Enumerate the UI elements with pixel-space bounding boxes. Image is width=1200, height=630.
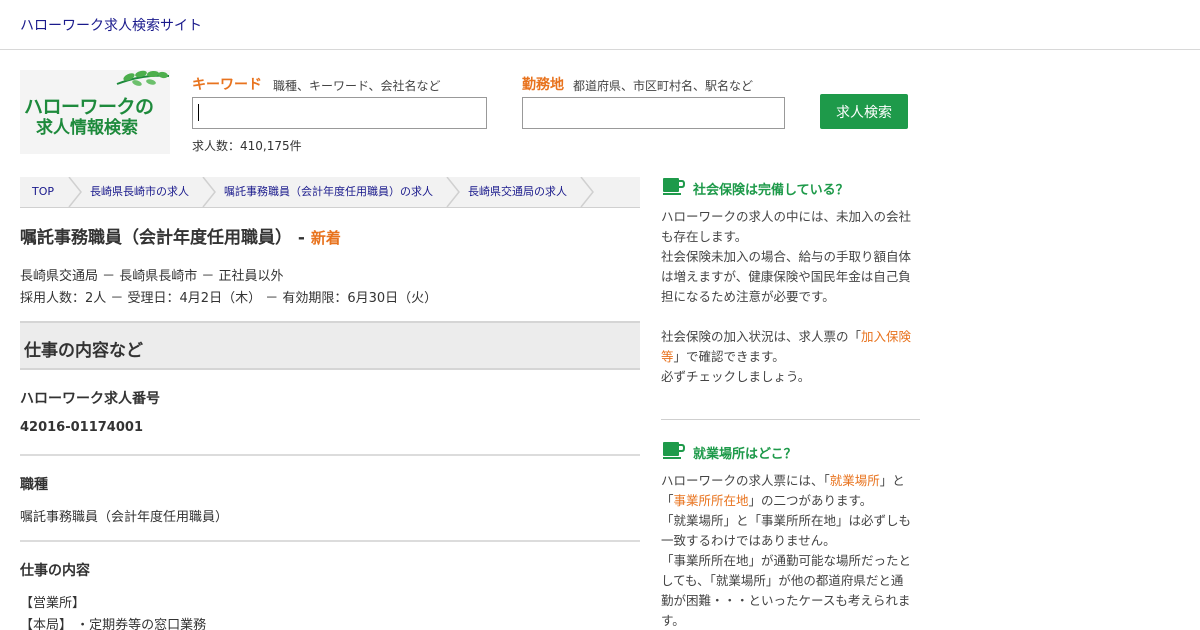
- insurance-title: 社会保険は完備している？: [693, 183, 849, 198]
- job-title-text: 嘱託事務職員（会計年度任用職員）: [20, 228, 292, 248]
- workplace-title: 就業場所はどこ？: [693, 447, 797, 462]
- keyword-input[interactable]: [192, 97, 487, 129]
- chevron-right-icon: [68, 177, 82, 207]
- workplace-p1: ハローワークの求人票には、「就業場所」と「事業所所在地」の二つがあります。: [661, 473, 905, 508]
- workplace-p3: 「事業所所在地」が通勤可能な場所だったとしても、「就業場所」が他の都道府県だと通…: [661, 553, 912, 628]
- job-content-line1: 【営業所】: [20, 596, 86, 611]
- occupation-label: 職種: [20, 477, 48, 493]
- job-content-label: 仕事の内容: [20, 563, 90, 579]
- job-meta-line2: 採用人数：2人 － 受理日：4月2日（木） － 有効期限：6月30日（火）: [20, 291, 438, 306]
- title-separator: -: [292, 228, 311, 248]
- job-number-label: ハローワーク求人番号: [20, 391, 160, 407]
- logo-text-line2: 求人情報検索: [36, 118, 138, 138]
- chevron-right-icon: [202, 177, 216, 207]
- job-count: 求人数：410,175件: [192, 139, 302, 153]
- breadcrumb: TOP 長崎県長崎市の求人 嘱託事務職員（会計年度任用職員）の求人 長崎県交通局…: [20, 177, 640, 208]
- job-content-line2: 【本局】 ・定期券等の窓口業務: [20, 618, 207, 630]
- sidebar-divider: [661, 419, 920, 420]
- workplace-body: ハローワークの求人票には、「就業場所」と「事業所所在地」の二つがあります。 「就…: [661, 471, 913, 630]
- insurance-p2: 社会保険未加入の場合、給与の手取り額自体は増えますが、健康保険や国民年金は自己負…: [661, 249, 912, 304]
- location-label: 勤務地: [522, 77, 564, 93]
- location-hint: 都道府県、市区町村名、駅名など: [573, 79, 754, 93]
- divider: [20, 454, 640, 456]
- insurance-p4: 必ずチェックしましょう。: [661, 369, 811, 384]
- occupation-value: 嘱託事務職員（会計年度任用職員）: [20, 510, 229, 525]
- keyword-label: キーワード: [192, 77, 262, 93]
- insurance-p3: 社会保険の加入状況は、求人票の「加入保険等」で確認できます。: [661, 329, 912, 364]
- leaf-icon: [116, 70, 170, 86]
- text-caret: [198, 104, 199, 121]
- breadcrumb-top[interactable]: TOP: [32, 177, 54, 207]
- insurance-p1: ハローワークの求人の中には、未加入の会社も存在します。: [661, 209, 912, 244]
- section-heading-text: 仕事の内容など: [24, 341, 143, 361]
- breadcrumb-city[interactable]: 長崎県長崎市の求人: [90, 177, 189, 207]
- job-title: 嘱託事務職員（会計年度任用職員） - 新着: [20, 223, 341, 248]
- office-address-link[interactable]: 事業所所在地: [674, 493, 749, 508]
- job-number-value: 42016-01174001: [20, 420, 143, 435]
- job-meta-line1: 長崎県交通局 － 長崎県長崎市 － 正社員以外: [20, 269, 284, 284]
- search-button[interactable]: 求人検索: [820, 94, 908, 129]
- workplace-link[interactable]: 就業場所: [830, 473, 880, 488]
- coffee-cup-icon: [663, 442, 685, 459]
- keyword-hint: 職種、キーワード、会社名など: [273, 79, 441, 93]
- site-logo[interactable]: ハローワークの 求人情報検索: [20, 70, 170, 154]
- site-name-link[interactable]: ハローワーク求人検索サイト: [20, 15, 202, 35]
- breadcrumb-employer[interactable]: 長崎県交通局の求人: [468, 177, 567, 207]
- breadcrumb-occupation[interactable]: 嘱託事務職員（会計年度任用職員）の求人: [224, 177, 433, 207]
- workplace-p2: 「就業場所」と「事業所所在地」は必ずしも一致するわけではありません。: [661, 513, 912, 548]
- chevron-right-icon: [446, 177, 460, 207]
- section-heading: 仕事の内容など: [20, 321, 640, 370]
- location-input[interactable]: [522, 97, 785, 129]
- top-bar: ハローワーク求人検索サイト: [0, 0, 1200, 50]
- divider: [20, 540, 640, 542]
- new-badge: 新着: [310, 229, 341, 247]
- chevron-right-icon: [580, 177, 594, 207]
- insurance-body: ハローワークの求人の中には、未加入の会社も存在します。 社会保険未加入の場合、給…: [661, 207, 913, 387]
- coffee-cup-icon: [663, 178, 685, 195]
